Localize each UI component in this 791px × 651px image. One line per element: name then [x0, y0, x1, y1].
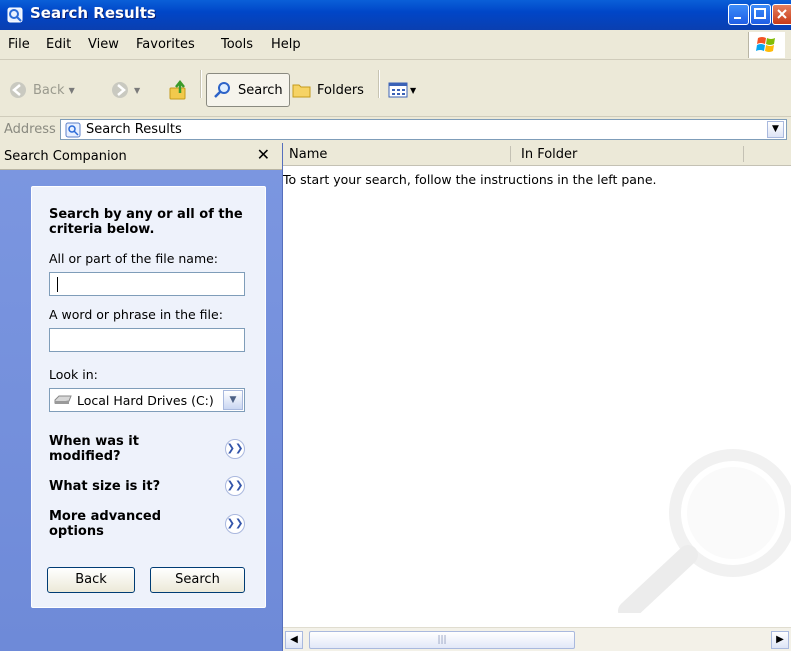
menu-favorites[interactable]: Favorites: [136, 37, 195, 52]
expand-chevron-icon[interactable]: ❯❯: [225, 439, 245, 459]
column-header-in-folder[interactable]: In Folder: [521, 147, 577, 162]
folders-toolbar-label: Folders: [317, 82, 364, 98]
toolbar-separator: [378, 70, 380, 98]
scroll-left-button[interactable]: ◀: [285, 631, 303, 649]
lookin-value: Local Hard Drives (C:): [77, 392, 214, 408]
address-label: Address: [4, 122, 56, 137]
close-window-button[interactable]: [772, 4, 791, 25]
scroll-right-button[interactable]: ▶: [771, 631, 789, 649]
title-bar[interactable]: Search Results: [0, 0, 791, 31]
windows-logo: [748, 32, 785, 58]
column-divider[interactable]: [743, 146, 744, 162]
back-arrow-icon: [10, 82, 26, 98]
toolbar: Back ▼ ▼ Search Folders ▼: [0, 60, 791, 117]
chevron-down-icon: ▼: [772, 124, 779, 134]
section-size[interactable]: What size is it? ❯❯: [49, 476, 245, 496]
minimize-icon: [734, 17, 741, 19]
menu-bar: File Edit View Favorites Tools Help: [0, 30, 791, 60]
back-toolbar-button[interactable]: Back ▼: [8, 75, 75, 105]
menu-edit[interactable]: Edit: [46, 37, 71, 52]
back-toolbar-label: Back: [33, 82, 65, 98]
up-arrow-icon: [169, 79, 186, 100]
text-caret: [57, 277, 58, 292]
address-field[interactable]: Search Results ▼: [60, 119, 787, 140]
close-pane-icon[interactable]: ✕: [257, 145, 270, 164]
lookin-select[interactable]: Local Hard Drives (C:) ▼: [49, 388, 245, 412]
column-divider[interactable]: [510, 146, 511, 162]
results-pane: Name In Folder To start your search, fol…: [283, 143, 791, 651]
toolbar-separator: [200, 70, 202, 98]
filename-label: All or part of the file name:: [49, 251, 219, 266]
search-button[interactable]: Search: [150, 567, 245, 593]
up-folder-button[interactable]: [168, 75, 190, 105]
horizontal-scrollbar[interactable]: ◀ ||| ▶: [283, 627, 791, 651]
minimize-button[interactable]: [728, 4, 749, 25]
companion-body: Search by any or all of the criteria bel…: [0, 170, 282, 651]
menu-help[interactable]: Help: [271, 37, 301, 52]
chevron-down-icon[interactable]: ▼: [134, 86, 140, 95]
companion-header-title: Search Companion: [4, 149, 127, 164]
instructions-text: To start your search, follow the instruc…: [283, 172, 657, 187]
windows-flag-icon: [756, 37, 775, 52]
folders-toolbar-button[interactable]: Folders: [292, 75, 364, 105]
search-companion-pane: Search Companion ✕ Search by any or all …: [0, 143, 283, 651]
chevron-left-icon: ◀: [290, 634, 298, 645]
grip-icon: |||: [437, 635, 447, 645]
lookin-label: Look in:: [49, 367, 98, 382]
search-results-icon: [65, 122, 81, 137]
column-header-row: Name In Folder: [283, 143, 791, 166]
phrase-input[interactable]: [49, 328, 245, 352]
search-criteria-title: Search by any or all of the criteria bel…: [49, 207, 243, 237]
filename-input[interactable]: [49, 272, 245, 296]
back-button[interactable]: Back: [47, 567, 135, 593]
address-dropdown-button[interactable]: ▼: [767, 121, 784, 138]
section-size-label: What size is it?: [49, 479, 161, 494]
chevron-down-icon: ▼: [229, 395, 237, 405]
menu-view[interactable]: View: [88, 37, 119, 52]
search-results-icon: [7, 7, 23, 23]
expand-chevron-icon[interactable]: ❯❯: [225, 514, 245, 534]
companion-header: Search Companion ✕: [0, 143, 282, 170]
maximize-button[interactable]: [750, 4, 771, 25]
search-toolbar-label: Search: [238, 82, 283, 98]
address-bar: Address Search Results ▼: [0, 117, 791, 144]
section-advanced[interactable]: More advanced options ❯❯: [49, 509, 245, 539]
magnifier-watermark-icon: [618, 449, 791, 613]
menu-tools[interactable]: Tools: [221, 37, 253, 52]
phrase-label: A word or phrase in the file:: [49, 307, 223, 322]
scroll-thumb[interactable]: |||: [309, 631, 575, 649]
address-value: Search Results: [86, 122, 182, 137]
forward-toolbar-button[interactable]: ▼: [110, 75, 140, 105]
close-icon: [777, 9, 787, 19]
menu-file[interactable]: File: [8, 37, 30, 52]
explorer-window: Search Results File Edit View Favorites …: [0, 0, 791, 651]
window-title: Search Results: [30, 4, 156, 22]
search-icon: [214, 82, 230, 98]
forward-arrow-icon: [112, 82, 128, 98]
views-toolbar-button[interactable]: ▼: [388, 75, 416, 105]
search-toolbar-button[interactable]: Search: [206, 73, 290, 107]
section-advanced-label: More advanced options: [49, 509, 162, 539]
section-modified-label: When was it modified?: [49, 434, 139, 464]
views-icon: [388, 82, 408, 98]
search-criteria-panel: Search by any or all of the criteria bel…: [31, 186, 266, 608]
column-header-name[interactable]: Name: [289, 147, 327, 162]
maximize-icon: [754, 8, 766, 19]
expand-chevron-icon[interactable]: ❯❯: [225, 476, 245, 496]
folder-icon: [292, 84, 311, 98]
lookin-dropdown-button[interactable]: ▼: [223, 390, 243, 410]
hard-drive-icon: [54, 395, 72, 404]
section-modified[interactable]: When was it modified? ❯❯: [49, 434, 245, 464]
chevron-right-icon: ▶: [776, 634, 784, 645]
chevron-down-icon[interactable]: ▼: [410, 86, 416, 95]
chevron-down-icon[interactable]: ▼: [69, 86, 75, 95]
